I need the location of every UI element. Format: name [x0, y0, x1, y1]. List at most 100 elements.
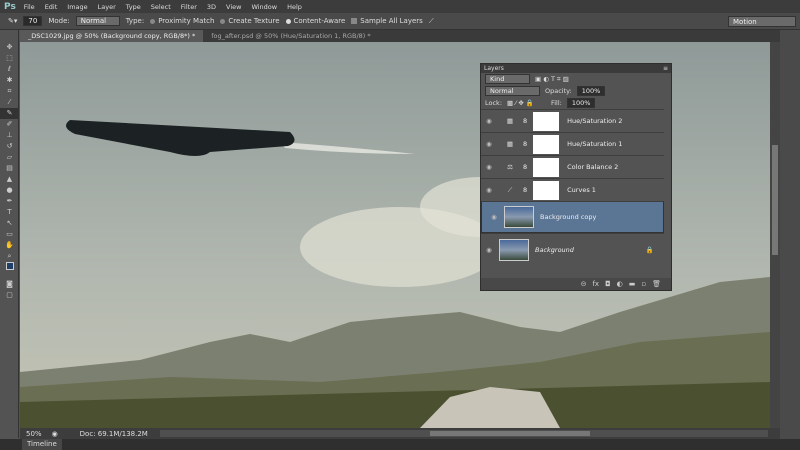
layer-mask[interactable]: [533, 157, 560, 177]
tab-dsc1029[interactable]: _DSC1029.jpg @ 50% (Background copy, RGB…: [20, 30, 204, 42]
hue-saturation-icon: ▦: [506, 140, 514, 148]
quick-select-tool-icon[interactable]: ✱: [0, 75, 19, 86]
radio-content-aware[interactable]: Content-Aware: [285, 17, 345, 25]
fill-label: Fill:: [550, 99, 562, 107]
collapsed-panels: [780, 30, 800, 450]
dodge-tool-icon[interactable]: ●: [0, 185, 19, 196]
menu-view[interactable]: View: [226, 3, 241, 11]
layer-name: Curves 1: [567, 186, 596, 194]
blend-mode-select[interactable]: Normal: [485, 86, 540, 96]
menu-3d[interactable]: 3D: [207, 3, 216, 11]
eyedropper-tool-icon[interactable]: ⁄: [0, 97, 19, 108]
menu-layer[interactable]: Layer: [98, 3, 116, 11]
document-tabs: _DSC1029.jpg @ 50% (Background copy, RGB…: [20, 30, 780, 42]
menu-filter[interactable]: Filter: [181, 3, 197, 11]
eye-icon[interactable]: ◉: [481, 186, 497, 194]
history-brush-icon[interactable]: ↺: [0, 141, 19, 152]
menu-type[interactable]: Type: [126, 3, 141, 11]
adjustment-icon[interactable]: ◐: [617, 278, 623, 290]
crop-tool-icon[interactable]: ⌗: [0, 86, 19, 97]
brush-tool-icon[interactable]: ✐: [0, 119, 19, 130]
layers-tab[interactable]: Layers: [484, 64, 504, 73]
layer-mask[interactable]: [533, 111, 560, 131]
workspace-select[interactable]: Motion: [728, 16, 796, 27]
eye-icon[interactable]: ◉: [481, 163, 497, 171]
type-tool-icon[interactable]: T: [0, 207, 19, 218]
timeline-bar: Timeline: [0, 439, 800, 450]
eye-icon[interactable]: ◉: [481, 140, 497, 148]
lasso-tool-icon[interactable]: ℓ: [0, 64, 19, 75]
shape-tool-icon[interactable]: ▭: [0, 229, 19, 240]
folder-icon[interactable]: ▬: [629, 278, 636, 290]
layer-row[interactable]: ◉ ⟋ 8 Curves 1: [481, 178, 664, 201]
info-icon[interactable]: ◉: [52, 430, 58, 438]
eye-icon[interactable]: ◉: [481, 246, 497, 254]
layer-row[interactable]: ◉ Background 🔒: [481, 233, 664, 265]
move-tool-icon[interactable]: ✥: [0, 42, 19, 53]
link-layers-icon[interactable]: ⊝: [581, 278, 587, 290]
layer-mask[interactable]: [533, 134, 560, 154]
layers-panel-header: Layers ≡: [481, 64, 671, 73]
zoom-level[interactable]: 50%: [26, 430, 42, 438]
vertical-scroll-thumb[interactable]: [772, 145, 778, 255]
lock-icons[interactable]: ▩ ⁄ ✥ 🔒: [507, 99, 534, 107]
timeline-tab[interactable]: Timeline: [22, 439, 62, 450]
sample-all-layers-checkbox[interactable]: Sample All Layers: [351, 17, 423, 25]
layer-row[interactable]: ◉ ⚖ 8 Color Balance 2: [481, 155, 664, 178]
mode-select[interactable]: Normal: [75, 16, 120, 26]
fx-icon[interactable]: fx: [592, 278, 599, 290]
quick-mask-icon[interactable]: ◙: [0, 279, 19, 290]
gradient-tool-icon[interactable]: ▤: [0, 163, 19, 174]
menu: File Edit Image Layer Type Select Filter…: [24, 3, 312, 11]
blur-tool-icon[interactable]: ▲: [0, 174, 19, 185]
menu-image[interactable]: Image: [67, 3, 87, 11]
filter-icons[interactable]: ▣ ◐ T ⌗ ▨: [535, 75, 569, 84]
stamp-tool-icon[interactable]: ⊥: [0, 130, 19, 141]
hand-tool-icon[interactable]: ✋: [0, 240, 19, 251]
menu-bar: Ps File Edit Image Layer Type Select Fil…: [0, 0, 800, 13]
marquee-tool-icon[interactable]: ⬚: [0, 53, 19, 64]
screen-mode-icon[interactable]: ▢: [0, 290, 19, 301]
radio-label: Create Texture: [228, 17, 280, 25]
zoom-tool-icon[interactable]: ⌕: [0, 251, 19, 262]
layer-mask[interactable]: [533, 180, 560, 200]
kind-filter-select[interactable]: Kind: [485, 74, 530, 84]
trash-icon[interactable]: 🗑: [652, 278, 661, 290]
add-mask-icon[interactable]: ◘: [605, 278, 611, 290]
brush-size[interactable]: 70: [23, 16, 43, 26]
eraser-tool-icon[interactable]: ▱: [0, 152, 19, 163]
fill-input[interactable]: 100%: [566, 98, 596, 108]
panel-menu-icon[interactable]: ≡: [663, 64, 668, 73]
new-layer-icon[interactable]: ▫: [641, 278, 646, 290]
pressure-icon[interactable]: ⟋: [429, 17, 434, 26]
layer-name: Hue/Saturation 1: [567, 140, 623, 148]
spot-healing-brush-icon[interactable]: ✎▾: [8, 17, 17, 25]
opacity-input[interactable]: 100%: [576, 86, 606, 96]
radio-create-texture[interactable]: Create Texture: [220, 17, 280, 25]
eye-icon[interactable]: ◉: [486, 213, 502, 222]
layer-row[interactable]: ◉ ▦ 8 Hue/Saturation 1: [481, 132, 664, 155]
radio-proximity-match[interactable]: Proximity Match: [150, 17, 214, 25]
link-icon: 8: [523, 163, 528, 171]
radio-label: Proximity Match: [158, 17, 215, 25]
tab-fog-after[interactable]: fog_after.psd @ 50% (Hue/Saturation 1, R…: [203, 30, 378, 42]
layer-name: Background: [535, 245, 574, 254]
healing-tool-icon[interactable]: ✎: [0, 108, 19, 119]
menu-help[interactable]: Help: [287, 3, 302, 11]
layer-row[interactable]: ◉ ▦ 8 Hue/Saturation 2: [481, 109, 664, 132]
color-balance-icon: ⚖: [507, 163, 513, 171]
menu-edit[interactable]: Edit: [45, 3, 58, 11]
lock-icon: 🔒: [645, 245, 654, 254]
path-select-icon[interactable]: ↖: [0, 218, 19, 229]
pen-tool-icon[interactable]: ✒: [0, 196, 19, 207]
opacity-label: Opacity:: [545, 87, 572, 95]
horizontal-scroll-thumb[interactable]: [430, 431, 590, 436]
doc-size: Doc: 69.1M/138.2M: [79, 429, 148, 438]
eye-icon[interactable]: ◉: [481, 117, 497, 125]
menu-select[interactable]: Select: [151, 3, 171, 11]
color-swatches[interactable]: [0, 262, 19, 273]
layer-row-selected[interactable]: ◉ Background copy: [481, 201, 664, 233]
link-icon: 8: [523, 140, 528, 148]
menu-window[interactable]: Window: [251, 3, 277, 11]
menu-file[interactable]: File: [24, 3, 35, 11]
